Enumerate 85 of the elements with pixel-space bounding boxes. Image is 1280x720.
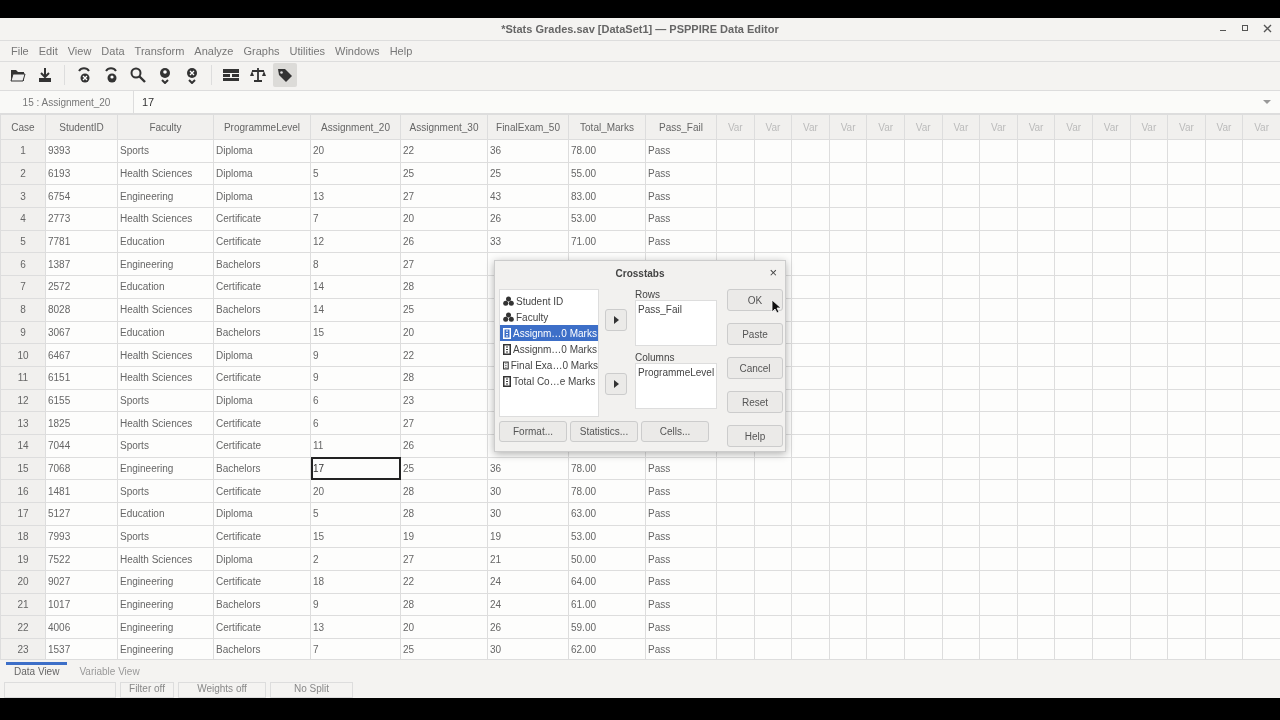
row-header[interactable]: 5 — [0, 230, 46, 253]
row-header[interactable]: 10 — [0, 343, 46, 367]
window-title: *Stats Grades.sav [DataSet1] — PSPPIRE Data Editor — [501, 23, 779, 35]
list-item[interactable]: ProgrammeLevel — [638, 367, 714, 378]
column-header[interactable]: FinalExam_50 — [487, 114, 569, 140]
menu-item[interactable]: Graphs — [238, 45, 285, 57]
nominal-icon — [503, 296, 514, 306]
row-header[interactable]: 4 — [0, 207, 46, 231]
row-header[interactable]: 11 — [0, 366, 46, 390]
menu-item[interactable]: Utilities — [284, 45, 330, 57]
maximize-icon[interactable] — [1241, 24, 1249, 32]
row-header[interactable]: 8 — [0, 298, 46, 321]
variable-item[interactable]: Assignm…0 Marks — [500, 341, 598, 357]
dialog-button[interactable]: Format... — [499, 421, 567, 442]
menu-item[interactable]: File — [6, 45, 34, 57]
cell-reference: 15 : Assignment_20 — [21, 96, 112, 108]
column-header[interactable]: Case — [0, 114, 46, 140]
dropdown-icon[interactable] — [1262, 99, 1272, 105]
row-header[interactable]: 19 — [0, 547, 46, 571]
menu-item[interactable]: Windows — [330, 45, 385, 57]
row-header[interactable]: 6 — [0, 252, 46, 276]
status-cell: No Split — [270, 682, 353, 698]
row-header[interactable]: 12 — [0, 389, 46, 412]
row-header[interactable]: 21 — [0, 593, 46, 616]
variable-item[interactable]: Total Co…e Marks — [500, 373, 598, 389]
variable-item[interactable]: Student ID — [500, 293, 598, 309]
variable-item[interactable]: Assignm…0 Marks — [500, 325, 598, 341]
ruler-icon — [503, 343, 511, 355]
close-button[interactable]: × — [769, 265, 777, 280]
row-header[interactable]: 23 — [0, 638, 46, 659]
table-cell: 17 — [310, 457, 401, 480]
row-header[interactable]: 1 — [0, 139, 46, 163]
list-item[interactable]: Pass_Fail — [638, 304, 714, 315]
tag-icon[interactable] — [273, 63, 297, 87]
ruler-icon — [503, 375, 511, 387]
triangle-icon — [613, 380, 619, 388]
dialog-button[interactable]: Paste — [727, 323, 783, 345]
row-header[interactable]: 22 — [0, 615, 46, 639]
column-header[interactable]: Assignment_20 — [310, 114, 401, 140]
triangle-icon — [613, 316, 619, 324]
dialog-button[interactable]: Reset — [727, 391, 783, 413]
menu-item[interactable]: Data — [96, 45, 130, 57]
status-cell: Weights off — [178, 682, 266, 698]
status-cell: Filter off — [120, 682, 174, 698]
ruler-icon — [503, 327, 511, 339]
menu-item[interactable]: Help — [384, 45, 418, 57]
row-header[interactable]: 3 — [0, 184, 46, 208]
dialog-button[interactable]: Cells... — [641, 421, 709, 442]
rows-label: Rows — [635, 289, 661, 300]
column-header[interactable]: Faculty — [117, 114, 214, 140]
menu-item[interactable]: Analyze — [189, 45, 239, 57]
row-header[interactable]: 9 — [0, 321, 46, 344]
view-tab[interactable]: Variable View — [71, 661, 148, 681]
move-right-button[interactable] — [605, 309, 627, 331]
dialog-title: Crosstabs — [615, 267, 665, 279]
row-header[interactable]: 18 — [0, 525, 46, 548]
column-header[interactable]: ProgrammeLevel — [213, 114, 311, 140]
menu-item[interactable]: Edit — [33, 45, 63, 57]
move-right-button[interactable] — [605, 373, 627, 395]
row-header[interactable]: 16 — [0, 479, 46, 503]
row-header[interactable]: 2 — [0, 162, 46, 185]
menu-item[interactable]: Transform — [129, 45, 190, 57]
dialog-button[interactable]: Help — [727, 425, 783, 447]
columns-label: Columns — [635, 352, 676, 363]
row-header[interactable]: 17 — [0, 502, 46, 526]
row-header[interactable]: 20 — [0, 570, 46, 594]
row-header[interactable]: 14 — [0, 434, 46, 458]
ruler-icon — [503, 359, 509, 371]
column-header[interactable]: Assignment_30 — [400, 114, 488, 140]
view-tab[interactable]: Data View — [6, 661, 68, 681]
menu-item[interactable]: View — [62, 45, 97, 57]
row-header[interactable]: 15 — [0, 457, 46, 480]
close-icon[interactable] — [1263, 24, 1272, 33]
dialog-button[interactable]: Statistics... — [570, 421, 638, 442]
nominal-icon — [503, 312, 514, 322]
cursor-icon — [771, 299, 781, 314]
column-header[interactable]: Total_Marks — [568, 114, 646, 140]
row-header[interactable]: 13 — [0, 411, 46, 435]
row-header[interactable]: 7 — [0, 275, 46, 299]
dialog-button[interactable]: OK — [727, 289, 783, 311]
dialog-button[interactable]: Cancel — [727, 357, 783, 379]
column-header[interactable]: Pass_Fail — [645, 114, 717, 140]
variable-item[interactable]: Faculty — [500, 309, 598, 325]
column-header[interactable]: StudentID — [45, 114, 118, 140]
variable-item[interactable]: Final Exa…0 Marks — [500, 357, 598, 373]
